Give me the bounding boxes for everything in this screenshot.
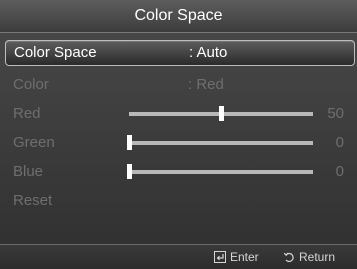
red-slider-knob[interactable] xyxy=(219,106,224,121)
green-slider[interactable] xyxy=(127,135,313,150)
return-icon xyxy=(283,252,294,263)
menu-item-reset[interactable]: Reset xyxy=(13,186,357,215)
color-space-menu: Color Space : Auto Color : Red Red 50 Gr… xyxy=(5,40,357,215)
blue-slider[interactable] xyxy=(127,164,313,179)
enter-label: Enter xyxy=(230,250,259,264)
enter-icon xyxy=(214,251,226,263)
menu-item-color-space[interactable]: Color Space : Auto xyxy=(5,40,355,66)
blue-value: 0 xyxy=(335,163,344,180)
blue-label: Blue xyxy=(13,163,44,180)
color-space-label: Color Space xyxy=(14,44,97,61)
red-slider[interactable] xyxy=(129,106,313,121)
return-button[interactable]: Return xyxy=(283,245,335,269)
return-label: Return xyxy=(299,250,336,264)
enter-button[interactable]: Enter xyxy=(214,245,259,269)
menu-item-color[interactable]: Color : Red xyxy=(13,70,357,99)
color-label: Color xyxy=(13,76,49,93)
color-space-value: : Auto xyxy=(189,44,228,61)
green-slider-knob[interactable] xyxy=(127,135,132,150)
menu-item-red[interactable]: Red 50 xyxy=(13,99,357,128)
button-guide-bar: Enter Return xyxy=(0,244,357,269)
red-value: 50 xyxy=(327,105,344,122)
blue-slider-knob[interactable] xyxy=(127,164,132,179)
color-value: : Red xyxy=(188,76,224,93)
menu-item-blue[interactable]: Blue 0 xyxy=(13,157,357,186)
color-space-menu-screen: Color Space Color Space : Auto Color : R… xyxy=(0,0,357,269)
red-label: Red xyxy=(13,105,41,122)
menu-title: Color Space xyxy=(0,0,357,33)
green-value: 0 xyxy=(335,134,344,151)
reset-label: Reset xyxy=(13,192,53,209)
green-label: Green xyxy=(13,134,55,151)
menu-item-green[interactable]: Green 0 xyxy=(13,128,357,157)
